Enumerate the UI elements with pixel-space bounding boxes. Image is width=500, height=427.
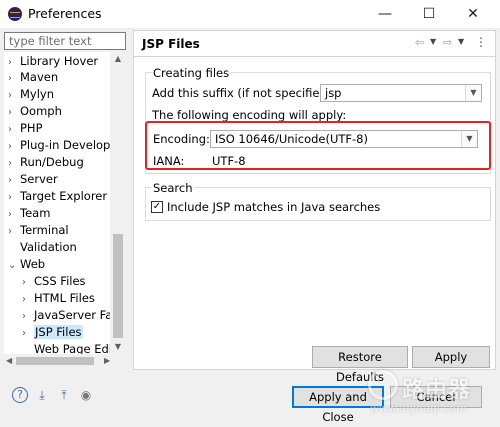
include-jsp-label: Include JSP matches in Java searches (167, 200, 381, 214)
export-icon[interactable]: ⤒ (56, 387, 72, 403)
back-arrow-icon[interactable]: ⇦ (415, 36, 424, 49)
tree-item-jsp-files[interactable]: › JSP Files (22, 324, 83, 340)
tree-item-web[interactable]: ⌄ Web (8, 256, 45, 272)
tree-item-web-page-editor[interactable]: Web Page Edi (22, 341, 112, 354)
maximize-button[interactable]: ☐ (410, 0, 448, 28)
suffix-combo[interactable]: jsp ▼ (320, 84, 482, 102)
scroll-up-icon[interactable]: ▲ (110, 54, 126, 63)
tree-item-terminal[interactable]: › Terminal (8, 222, 69, 238)
creating-files-legend: Creating files (152, 66, 231, 80)
tree-item-php[interactable]: › PHP (8, 120, 43, 136)
chevron-right-icon[interactable]: › (22, 292, 34, 308)
record-icon[interactable]: ◉ (78, 387, 94, 403)
tree-item-html-files[interactable]: › HTML Files (22, 290, 95, 306)
tree-item-server[interactable]: › Server (8, 171, 58, 187)
chevron-right-icon[interactable]: › (8, 105, 20, 121)
eclipse-logo-icon (8, 7, 22, 21)
chevron-down-icon[interactable]: ▼ (465, 85, 481, 101)
chevron-right-icon[interactable]: › (8, 156, 20, 172)
tree-item-css-files[interactable]: › CSS Files (22, 273, 86, 289)
scroll-left-icon[interactable]: ◀ (6, 354, 12, 368)
tree-item-mylyn[interactable]: › Mylyn (8, 86, 54, 102)
title-bar: Preferences — ☐ ✕ (0, 0, 500, 28)
chevron-right-icon[interactable]: › (8, 71, 20, 87)
chevron-right-icon[interactable]: › (8, 190, 20, 206)
forward-dropdown-icon[interactable]: ▼ (458, 37, 464, 46)
watermark-logo-icon (368, 370, 398, 400)
chevron-right-icon[interactable]: › (8, 207, 20, 223)
import-icon[interactable]: ⤓ (34, 387, 50, 403)
scroll-right-icon[interactable]: ▶ (104, 354, 110, 368)
view-menu-icon[interactable]: ⋮ (475, 35, 487, 49)
watermark-brand: 路由器 (402, 378, 472, 403)
window-title: Preferences (28, 6, 102, 21)
minimize-button[interactable]: — (366, 0, 404, 28)
suffix-label: Add this suffix (if not specified): (152, 86, 336, 100)
page-title: JSP Files (142, 37, 200, 51)
tree-item-library-hover[interactable]: › Library Hover (8, 53, 98, 69)
help-icon[interactable]: ? (12, 387, 28, 403)
watermark: 路由器 www.luyouqi.com (360, 364, 500, 424)
tree-item-team[interactable]: › Team (8, 205, 50, 221)
suffix-value: jsp (325, 86, 342, 100)
chevron-right-icon[interactable]: › (8, 88, 20, 104)
forward-arrow-icon[interactable]: ⇨ (443, 36, 452, 49)
tree-item-validation[interactable]: Validation (8, 239, 77, 255)
include-jsp-checkbox[interactable]: ✓ (151, 201, 163, 213)
watermark-url: www.luyouqi.com (370, 402, 467, 415)
tree-item-oomph[interactable]: › Oomph (8, 103, 62, 119)
encoding-intro: The following encoding will apply: (152, 108, 347, 122)
chevron-right-icon[interactable]: › (8, 122, 20, 138)
preference-tree: › Library Hover › Maven › Mylyn › Oomph › PHP… (4, 52, 126, 354)
scrollbar-thumb[interactable] (16, 357, 94, 365)
tree-horizontal-scrollbar[interactable]: ◀ ▶ (4, 354, 126, 368)
tree-vertical-scrollbar[interactable]: ▲ ▼ (110, 52, 126, 354)
scrollbar-thumb[interactable] (113, 234, 123, 338)
scroll-down-icon[interactable]: ▼ (110, 342, 126, 351)
chevron-right-icon[interactable]: › (8, 224, 20, 240)
chevron-right-icon[interactable]: › (8, 173, 20, 189)
filter-input[interactable]: type filter text (4, 32, 126, 50)
chevron-right-icon[interactable]: › (8, 139, 20, 155)
page-header: JSP Files ⇦ ▼ ⇨ ▼ ⋮ (134, 31, 495, 57)
close-button[interactable]: ✕ (454, 0, 492, 28)
tree-item-maven[interactable]: › Maven (8, 69, 58, 85)
encoding-highlight-box (145, 121, 491, 170)
tree-item-plugin-development[interactable]: › Plug-in Developr (8, 137, 115, 153)
back-dropdown-icon[interactable]: ▼ (430, 37, 436, 46)
chevron-down-icon[interactable]: ⌄ (8, 258, 20, 274)
chevron-right-icon[interactable]: › (22, 275, 34, 291)
tree-item-target-explorer[interactable]: › Target Explorer (8, 188, 107, 204)
search-legend: Search (152, 181, 194, 195)
chevron-right-icon[interactable]: › (22, 309, 34, 325)
tree-item-javaserver-faces[interactable]: › JavaServer Fac (22, 307, 119, 323)
chevron-right-icon[interactable]: › (22, 326, 34, 342)
tree-item-run-debug[interactable]: › Run/Debug (8, 154, 84, 170)
